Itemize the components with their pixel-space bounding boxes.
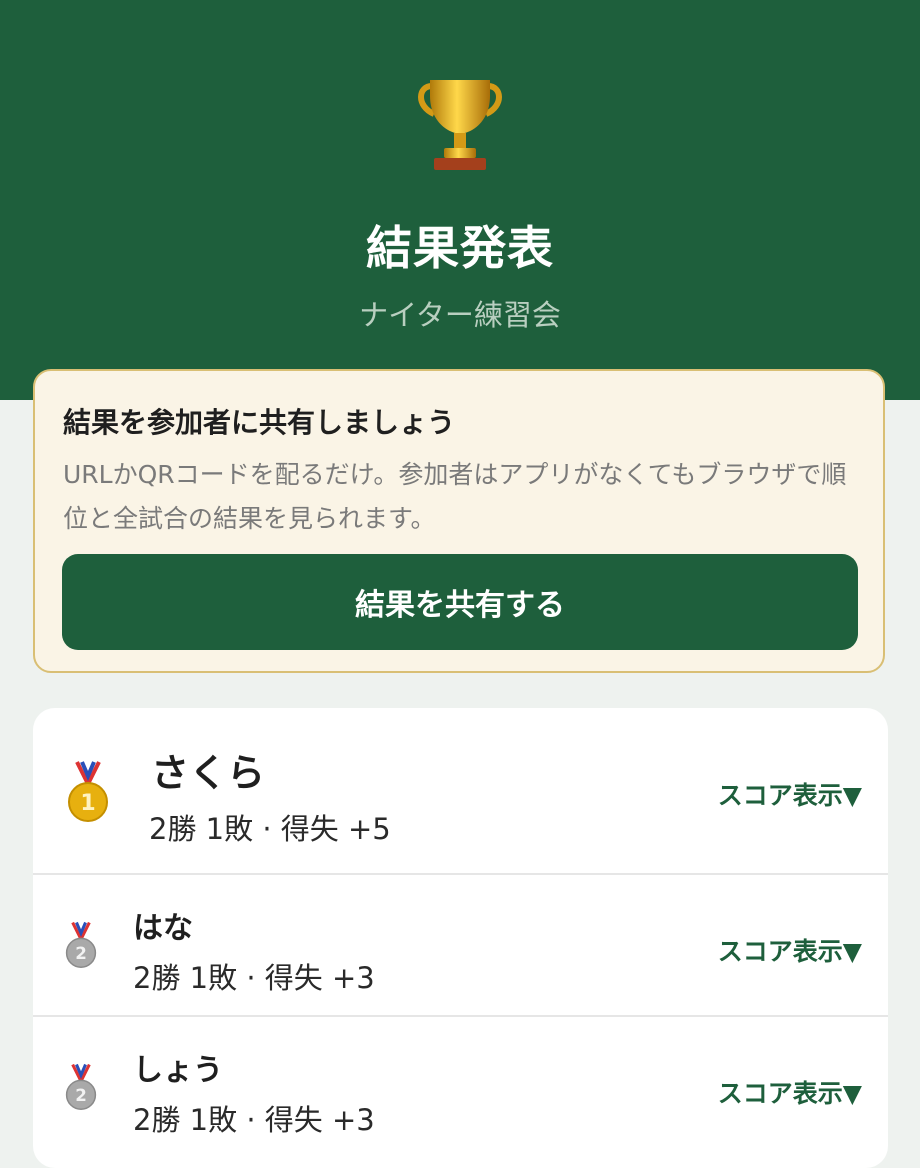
header-banner: 結果発表 ナイター練習会 xyxy=(0,0,920,400)
svg-text:2: 2 xyxy=(75,1086,87,1105)
svg-text:1: 1 xyxy=(80,791,95,816)
player-name: さくら xyxy=(151,751,266,795)
share-results-button[interactable]: 結果を共有する xyxy=(62,554,858,650)
result-row[interactable]: 1 さくら 2勝 1敗 · 得失 +5 スコア表示▼ xyxy=(33,708,888,875)
player-name: しょう xyxy=(133,1053,223,1088)
gold-medal-icon: 1 xyxy=(68,761,108,822)
share-card-description: URLかQRコードを配るだけ。参加者はアプリがなくてもブラウザで順位と全試合の結… xyxy=(63,460,847,533)
page-title: 結果発表 xyxy=(366,221,554,275)
player-record: 2勝 1敗 · 得失 +3 xyxy=(133,961,375,995)
player-record: 2勝 1敗 · 得失 +3 xyxy=(133,1103,375,1137)
show-score-toggle[interactable]: スコア表示▼ xyxy=(718,776,862,812)
result-row[interactable]: 2 しょう 2勝 1敗 · 得失 +3 スコア表示▼ xyxy=(33,1017,888,1159)
trophy-icon xyxy=(418,80,502,170)
show-score-toggle[interactable]: スコア表示▼ xyxy=(718,932,862,968)
svg-text:2: 2 xyxy=(75,944,87,963)
result-row[interactable]: 2 はな 2勝 1敗 · 得失 +3 スコア表示▼ xyxy=(33,875,888,1017)
show-score-toggle[interactable]: スコア表示▼ xyxy=(718,1074,862,1110)
player-record: 2勝 1敗 · 得失 +5 xyxy=(149,812,391,846)
player-name: はな xyxy=(133,911,193,946)
event-name: ナイター練習会 xyxy=(359,298,561,332)
share-card: 結果を参加者に共有しましょう URLかQRコードを配るだけ。参加者はアプリがなく… xyxy=(33,369,885,673)
silver-medal-icon: 2 xyxy=(65,1063,97,1110)
share-card-title: 結果を参加者に共有しましょう xyxy=(63,406,456,439)
silver-medal-icon: 2 xyxy=(65,921,97,968)
results-list: 1 さくら 2勝 1敗 · 得失 +5 スコア表示▼ 2 はな 2勝 1敗 · … xyxy=(33,708,888,1168)
